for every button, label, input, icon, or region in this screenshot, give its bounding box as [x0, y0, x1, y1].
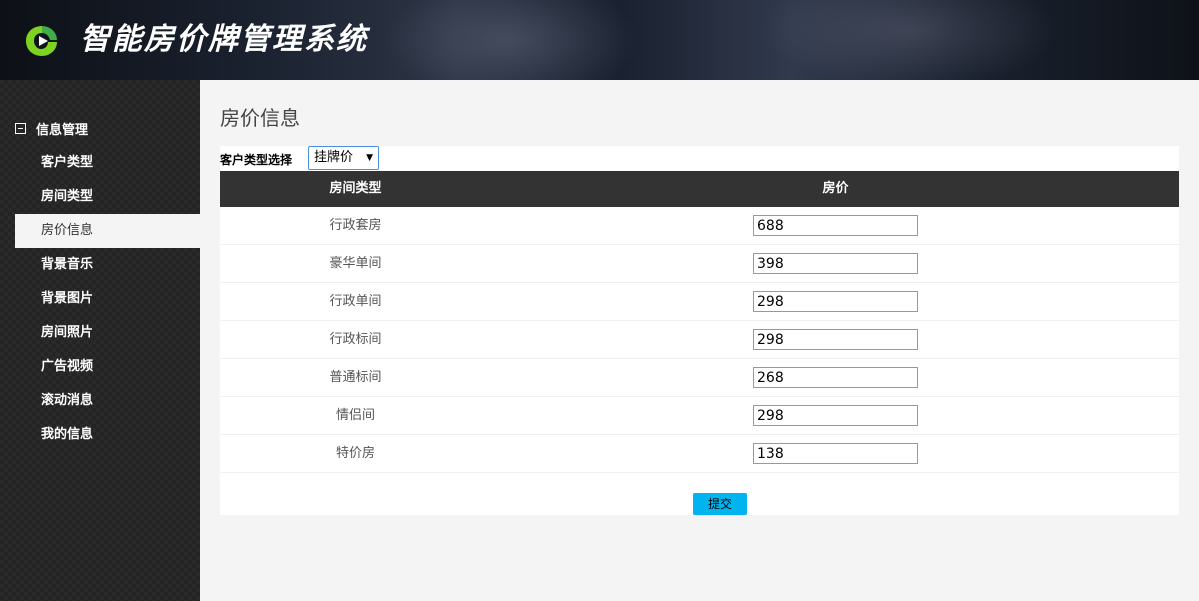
header-glow [760, 0, 1060, 80]
price-input[interactable] [753, 253, 918, 274]
sidebar-item-my-info[interactable]: 我的信息 [15, 418, 200, 452]
room-type-cell: 豪华单间 [329, 256, 382, 271]
room-type-cell: 行政套房 [329, 218, 382, 233]
table-header: 房间类型 房价 [220, 171, 1179, 207]
menu-group-info[interactable]: 信息管理 [15, 118, 88, 138]
table-row: 豪华单间 [220, 245, 1179, 283]
room-type-cell: 情侣间 [335, 408, 375, 423]
price-panel: 客户类型选择 挂牌价 ▼ 房间类型 房价 行政套房 豪华单间 行政单间 行政标间 [220, 146, 1179, 515]
table-row: 行政套房 [220, 207, 1179, 245]
price-input[interactable] [753, 329, 918, 350]
price-input[interactable] [753, 215, 918, 236]
room-type-cell: 行政标间 [329, 332, 382, 347]
customer-type-select[interactable]: 挂牌价 ▼ [308, 146, 379, 170]
customer-type-label: 客户类型选择 [220, 153, 293, 167]
column-header-room-type: 房间类型 [329, 181, 382, 196]
sidebar-item-customer-type[interactable]: 客户类型 [15, 146, 200, 180]
room-type-cell: 特价房 [335, 446, 375, 461]
page-title: 房价信息 [220, 108, 300, 130]
table-body: 行政套房 豪华单间 行政单间 行政标间 普通标间 情侣间 [220, 207, 1179, 473]
price-input[interactable] [753, 367, 918, 388]
sidebar-item-background-music[interactable]: 背景音乐 [15, 248, 200, 282]
header-glow [380, 0, 640, 80]
app-header: 智能房价牌管理系统 [0, 0, 1199, 80]
table-row: 行政单间 [220, 283, 1179, 321]
table-row: 特价房 [220, 435, 1179, 473]
column-header-price: 房价 [822, 181, 849, 196]
sidebar-item-room-photos[interactable]: 房间照片 [15, 316, 200, 350]
price-input[interactable] [753, 443, 918, 464]
sidebar-item-background-image[interactable]: 背景图片 [15, 282, 200, 316]
price-input[interactable] [753, 405, 918, 426]
dropdown-arrow-icon: ▼ [366, 153, 373, 163]
play-logo-icon [26, 26, 57, 56]
submit-button[interactable]: 提交 [693, 493, 747, 515]
room-type-cell: 行政单间 [329, 294, 382, 309]
menu-list: 客户类型 房间类型 房价信息 背景音乐 背景图片 房间照片 广告视频 滚动消息 … [15, 146, 200, 452]
sidebar-item-room-price[interactable]: 房价信息 [15, 214, 200, 248]
customer-type-selected: 挂牌价 [314, 150, 354, 165]
main-content: 房价信息 客户类型选择 挂牌价 ▼ 房间类型 房价 行政套房 豪华单间 行政单间 [200, 80, 1199, 601]
sidebar-item-room-type[interactable]: 房间类型 [15, 180, 200, 214]
table-row: 情侣间 [220, 397, 1179, 435]
app-title: 智能房价牌管理系统 [80, 22, 368, 57]
room-type-cell: 普通标间 [329, 370, 382, 385]
price-input[interactable] [753, 291, 918, 312]
collapse-icon[interactable] [15, 122, 26, 134]
sidebar-item-scroll-message[interactable]: 滚动消息 [15, 384, 200, 418]
table-row: 行政标间 [220, 321, 1179, 359]
table-row: 普通标间 [220, 359, 1179, 397]
sidebar-item-ad-video[interactable]: 广告视频 [15, 350, 200, 384]
sidebar: 信息管理 客户类型 房间类型 房价信息 背景音乐 背景图片 房间照片 广告视频 … [0, 80, 200, 601]
menu-group-label: 信息管理 [36, 122, 89, 138]
